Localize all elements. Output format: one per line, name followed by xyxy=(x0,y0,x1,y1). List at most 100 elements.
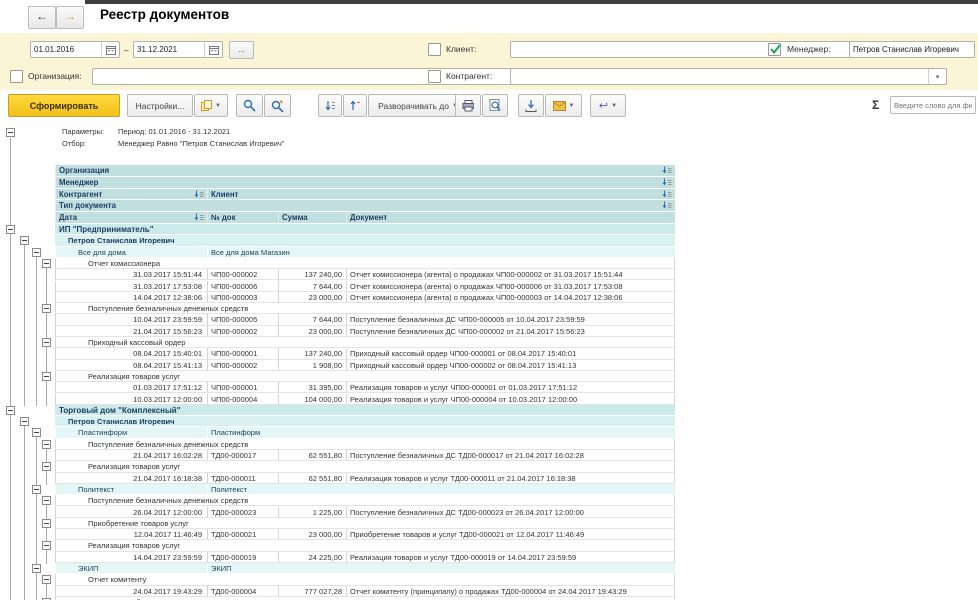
report-row[interactable]: 21.04.2017 15:56:23ЧП00-00000223 000,00П… xyxy=(0,326,978,337)
cell-group-label[interactable]: Торговый дом "Комплексный" xyxy=(55,405,675,416)
report-row[interactable]: Отчет комиссионера xyxy=(0,258,978,269)
cell-date[interactable]: 08.04.2017 15:41:13 xyxy=(55,360,207,371)
cell-group-label[interactable]: Петров Станислав Игоревич xyxy=(55,235,675,246)
cell-client-group[interactable]: Политекст xyxy=(207,484,675,495)
cell-docnum[interactable]: ЧП00-000005 xyxy=(207,314,278,325)
tree-collapse-box[interactable] xyxy=(32,485,41,494)
cell-group-label[interactable]: ИП "Предприниматель" xyxy=(55,224,675,235)
client-checkbox[interactable] xyxy=(428,43,441,56)
sort-icon[interactable] xyxy=(662,166,672,177)
contragent-checkbox[interactable] xyxy=(428,70,441,83)
date-to-value[interactable]: 31.12.2021 xyxy=(134,45,204,54)
tree-collapse-box[interactable] xyxy=(42,519,51,528)
generate-button[interactable]: Сформировать xyxy=(8,94,120,117)
cell-date[interactable]: 10.04.2017 23:59:59 xyxy=(55,314,207,325)
cell-docnum[interactable]: ЧП00-000003 xyxy=(207,292,278,303)
report-row[interactable]: 31.03.2017 17:53:08ЧП00-0000067 644,00От… xyxy=(0,281,978,292)
contragent-combobox[interactable]: ▾ xyxy=(510,68,947,85)
tree-collapse-box[interactable] xyxy=(42,304,51,313)
cell-docnum[interactable]: ЧП00-000006 xyxy=(207,281,278,292)
cell-document[interactable]: Приобретение товаров и услуг ТД00-000021… xyxy=(346,529,675,540)
cell-document[interactable]: Поступление безналичных ДС ЧП00-000005 о… xyxy=(346,314,675,325)
cell-sum[interactable]: 23 000,00 xyxy=(278,326,346,337)
tree-collapse-box[interactable] xyxy=(42,338,51,347)
undo-dropdown-button[interactable]: ↩ ▼ xyxy=(590,94,626,117)
cell-sum[interactable]: 137 240,00 xyxy=(278,269,346,280)
cell-group-label[interactable]: Отчет комитенту xyxy=(55,574,675,585)
cell-client-group[interactable]: Все для дома Магазин xyxy=(207,247,675,258)
cell-group-label[interactable]: Петров Станислав Игоревич xyxy=(55,416,675,427)
cell-sum[interactable]: 104 000,00 xyxy=(278,394,346,405)
cell-document[interactable]: Поступление безналичных ДС ТД00-000023 о… xyxy=(346,507,675,518)
tree-collapse-box[interactable] xyxy=(42,440,51,449)
cell-date[interactable]: 24.04.2017 19:43:29 xyxy=(55,586,207,597)
cell-sum[interactable]: 7 644,00 xyxy=(278,281,346,292)
report-row[interactable]: 14.04.2017 12:38:06ЧП00-00000323 000,00О… xyxy=(0,292,978,303)
cell-client-group[interactable]: ЭКИП xyxy=(207,563,675,574)
print-button[interactable] xyxy=(455,94,481,117)
manager-value[interactable]: Петров Станислав Игоревич xyxy=(850,45,974,54)
report-row[interactable]: 31.03.2017 15:51:44ЧП00-000002137 240,00… xyxy=(0,269,978,280)
print-preview-button[interactable] xyxy=(482,94,508,117)
cell-contragent-group[interactable]: Пластинформ xyxy=(55,427,207,438)
cell-date[interactable]: 21.04.2017 16:18:38 xyxy=(55,473,207,484)
search-next-button[interactable] xyxy=(264,94,291,117)
manager-field[interactable]: Петров Станислав Игоревич xyxy=(849,41,975,58)
cell-docnum[interactable]: ЧП00-000002 xyxy=(207,326,278,337)
cell-group-label[interactable]: Отчет комиссионера xyxy=(55,258,675,269)
cell-date[interactable]: 08.04.2017 15:40:01 xyxy=(55,348,207,359)
sort-icon[interactable] xyxy=(194,213,204,224)
cell-docnum[interactable]: ТД00-000004 xyxy=(207,586,278,597)
report-row[interactable]: 08.04.2017 15:41:13ЧП00-0000021 908,00Пр… xyxy=(0,360,978,371)
report-row[interactable]: Поступление безналичных денежных средств xyxy=(0,303,978,314)
cell-date[interactable]: 12.04.2017 11:46:49 xyxy=(55,529,207,540)
report-row[interactable]: Отчет комитенту xyxy=(0,574,978,585)
cell-sum[interactable]: 137 240,00 xyxy=(278,348,346,359)
sort-icon[interactable] xyxy=(662,190,672,201)
forward-button[interactable]: → xyxy=(56,6,84,29)
cell-document[interactable]: Приходный кассовый ордер ЧП00-000001 от … xyxy=(346,348,675,359)
cell-sum[interactable]: 62 551,80 xyxy=(278,473,346,484)
report-variants-button[interactable]: ▼ xyxy=(194,94,228,117)
report-row[interactable]: Реализация товаров услуг xyxy=(0,461,978,472)
cell-document[interactable]: Реализация товаров и услуг ТД00-000011 о… xyxy=(346,473,675,484)
cell-docnum[interactable]: ТД00-000017 xyxy=(207,450,278,461)
manager-checkbox[interactable] xyxy=(768,43,781,56)
cell-group-label[interactable]: Реализация товаров услуг xyxy=(55,540,675,551)
cell-group-label[interactable]: Приобретение товаров услуг xyxy=(55,518,675,529)
date-to-field[interactable]: 31.12.2021 xyxy=(133,41,223,58)
cell-docnum[interactable]: ЧП00-000001 xyxy=(207,348,278,359)
email-button[interactable]: ▼ xyxy=(545,94,582,117)
expand-rows-button[interactable] xyxy=(318,94,342,117)
sort-icon[interactable] xyxy=(662,201,672,212)
cell-date[interactable]: 31.03.2017 15:51:44 xyxy=(55,269,207,280)
save-button[interactable] xyxy=(518,94,544,117)
cell-sum[interactable]: 777 027,28 xyxy=(278,586,346,597)
report-row[interactable]: Приобретение товаров услуг xyxy=(0,518,978,529)
cell-sum[interactable]: 7 644,00 xyxy=(278,314,346,325)
date-from-field[interactable]: 01.01.2016 xyxy=(30,41,120,58)
report-row[interactable]: Петров Станислав Игоревич xyxy=(0,235,978,246)
header-docnum[interactable]: № док xyxy=(207,212,278,224)
report-row[interactable]: Петров Станислав Игоревич xyxy=(0,416,978,427)
report-row[interactable]: Приходный кассовый ордер xyxy=(0,337,978,348)
cell-date[interactable]: 14.04.2017 12:38:06 xyxy=(55,292,207,303)
cell-group-label[interactable]: Поступление безналичных денежных средств xyxy=(55,439,675,450)
cell-sum[interactable]: 31 395,00 xyxy=(278,382,346,393)
report-row[interactable]: ИП "Предприниматель" xyxy=(0,224,978,235)
cell-date[interactable]: 01.03.2017 17:51:12 xyxy=(55,382,207,393)
tree-collapse-box[interactable] xyxy=(6,225,15,234)
cell-group-label[interactable]: Поступление безналичных денежных средств xyxy=(55,303,675,314)
header-document[interactable]: Документ xyxy=(346,212,675,224)
choose-period-button[interactable]: ... xyxy=(229,41,254,59)
tree-collapse-box[interactable] xyxy=(42,496,51,505)
tree-collapse-box[interactable] xyxy=(6,406,15,415)
cell-date[interactable]: 10.03.2017 12:00:00 xyxy=(55,394,207,405)
report-row[interactable]: 21.04.2017 16:02:28ТД00-00001762 551,80П… xyxy=(0,450,978,461)
report-row[interactable]: Поступление безналичных денежных средств xyxy=(0,495,978,506)
cell-group-label[interactable]: Реализация товаров услуг xyxy=(55,461,675,472)
cell-docnum[interactable]: ТД00-000021 xyxy=(207,529,278,540)
report-row[interactable]: Торговый дом "Комплексный" xyxy=(0,405,978,416)
cell-document[interactable]: Поступление безналичных ДС ТД00-000017 о… xyxy=(346,450,675,461)
calendar-icon[interactable] xyxy=(204,42,222,57)
